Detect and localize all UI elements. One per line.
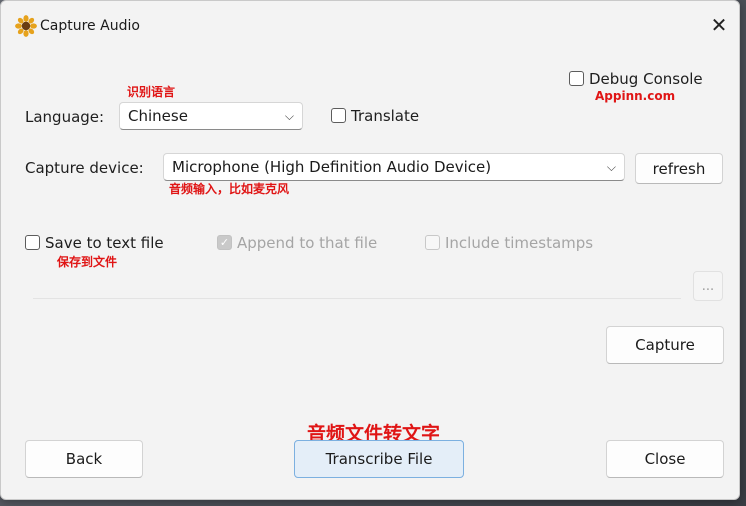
timestamps-checkbox[interactable] — [425, 235, 440, 250]
timestamps-label: Include timestamps — [445, 234, 594, 252]
capture-device-select[interactable]: Microphone (High Definition Audio Device… — [163, 153, 625, 181]
capture-device-annotation: 音频输入，比如麦克风 — [169, 182, 290, 196]
save-to-file-annotation: 保存到文件 — [57, 255, 118, 269]
save-to-file-label: Save to text file — [45, 234, 164, 252]
debug-console-checkbox[interactable] — [569, 71, 584, 86]
capture-audio-dialog: Capture Audio ✕ Debug Console Appinn.com… — [0, 0, 740, 500]
capture-device-label: Capture device: — [25, 159, 144, 177]
close-button[interactable]: Close — [606, 440, 724, 478]
title-bar: Capture Audio ✕ — [1, 1, 739, 45]
append-label: Append to that file — [237, 234, 378, 252]
language-select-value: Chinese — [128, 107, 188, 125]
output-path-field[interactable] — [33, 273, 681, 299]
debug-console-label: Debug Console — [589, 70, 703, 88]
window-close-button[interactable]: ✕ — [701, 9, 737, 41]
checkmark-icon: ✓ — [219, 236, 230, 249]
transcribe-file-button[interactable]: Transcribe File — [294, 440, 464, 478]
debug-console-annotation: Appinn.com — [595, 89, 676, 103]
window-title: Capture Audio — [40, 18, 140, 34]
language-select[interactable]: Chinese ⌵ — [119, 102, 303, 130]
capture-button[interactable]: Capture — [606, 326, 724, 364]
save-to-file-checkbox[interactable] — [25, 235, 40, 250]
capture-device-select-value: Microphone (High Definition Audio Device… — [172, 158, 492, 176]
refresh-button[interactable]: refresh — [635, 153, 723, 184]
language-label: Language: — [25, 108, 105, 126]
translate-checkbox[interactable] — [331, 108, 346, 123]
browse-button[interactable]: ... — [693, 271, 723, 301]
sunflower-icon — [15, 15, 37, 37]
chevron-down-icon: ⌵ — [606, 160, 616, 174]
back-button[interactable]: Back — [25, 440, 143, 478]
append-checkbox[interactable]: ✓ — [217, 235, 232, 250]
chevron-down-icon: ⌵ — [284, 109, 294, 123]
translate-label: Translate — [351, 107, 420, 125]
close-icon: ✕ — [710, 13, 728, 37]
language-annotation: 识别语言 — [127, 85, 176, 99]
